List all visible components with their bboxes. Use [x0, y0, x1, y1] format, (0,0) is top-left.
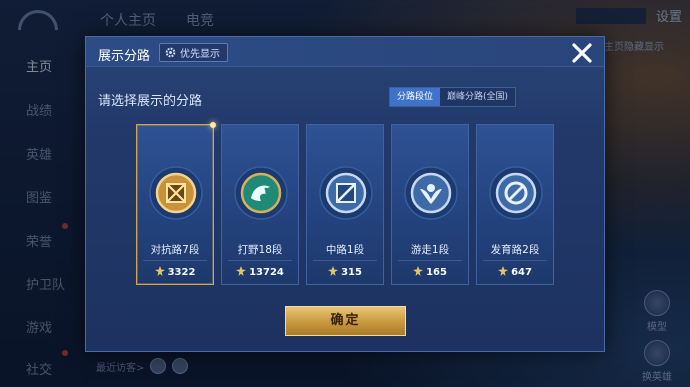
- tab-peak-lane[interactable]: 巅峰分路(全国): [440, 88, 516, 106]
- rank-points-icon: [413, 266, 424, 276]
- rank-points-icon: [328, 266, 339, 276]
- roam-icon: [404, 166, 458, 220]
- lane-card-label: 中路1段: [325, 244, 365, 256]
- lane-card-score-value: 315: [341, 267, 362, 278]
- lane-display-dialog: 展示分路 优先显示 请选择展示的分路 分路段位 巅峰分路(全国) 对抗路7段 3…: [85, 36, 605, 352]
- lane-card-label: 对抗路7段: [150, 244, 200, 256]
- priority-display-button[interactable]: 优先显示: [159, 43, 228, 62]
- lane-card-mid[interactable]: 中路1段 315: [306, 124, 384, 285]
- close-button[interactable]: [568, 40, 596, 66]
- jungle-dragon-icon: [234, 166, 288, 220]
- clash-lane-icon: [149, 166, 203, 220]
- divider: [228, 260, 292, 261]
- lane-card-score-value: 13724: [249, 267, 284, 278]
- lane-card-score: 315: [307, 266, 383, 278]
- lane-card-score: 647: [477, 266, 553, 278]
- confirm-button[interactable]: 确定: [285, 306, 406, 336]
- lane-tab-group: 分路段位 巅峰分路(全国): [389, 87, 517, 107]
- lane-card-roam[interactable]: 游走1段 165: [391, 124, 469, 285]
- rank-points-icon: [498, 266, 509, 276]
- lane-card-score: 165: [392, 266, 468, 278]
- divider: [143, 260, 207, 261]
- tab-lane-rank[interactable]: 分路段位: [390, 88, 441, 106]
- lane-card-score: 3322: [137, 266, 213, 278]
- mid-lane-icon: [319, 166, 373, 220]
- divider: [313, 260, 377, 261]
- divider: [398, 260, 462, 261]
- lane-card-jungle[interactable]: 打野18段 13724: [221, 124, 299, 285]
- dialog-header: 展示分路 优先显示: [86, 37, 604, 67]
- lane-card-score-value: 165: [426, 267, 447, 278]
- lane-card-label: 发育路2段: [490, 244, 540, 256]
- dialog-title: 展示分路: [98, 49, 151, 64]
- dialog-subtitle: 请选择展示的分路: [98, 94, 203, 109]
- lane-card-label: 打野18段: [237, 244, 283, 256]
- lane-card-label: 游走1段: [410, 244, 450, 256]
- lane-card-score-value: 3322: [167, 267, 196, 278]
- lane-card-score-value: 647: [511, 267, 532, 278]
- rank-points-icon: [154, 266, 165, 276]
- lane-card-score: 13724: [222, 266, 298, 278]
- gear-icon: [165, 47, 176, 58]
- rank-points-icon: [236, 266, 247, 276]
- selected-indicator: [210, 122, 216, 128]
- close-icon: [572, 43, 592, 63]
- farm-lane-icon: [489, 166, 543, 220]
- divider: [483, 260, 547, 261]
- priority-display-label: 优先显示: [180, 49, 220, 60]
- lane-card-clash[interactable]: 对抗路7段 3322: [136, 122, 216, 285]
- lane-card-farm[interactable]: 发育路2段 647: [476, 124, 554, 285]
